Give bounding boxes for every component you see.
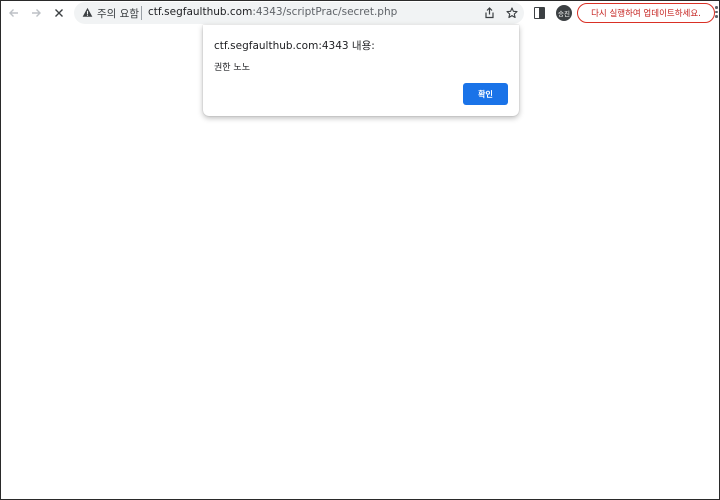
url-path: :4343/scriptPrac/secret.php — [252, 6, 398, 18]
back-button[interactable] — [4, 3, 24, 23]
more-menu-icon[interactable] — [715, 6, 718, 18]
ok-button[interactable]: 확인 — [463, 83, 508, 105]
address-bar[interactable]: 주의 요함 ctf.segfaulthub.com:4343/scriptPra… — [74, 2, 524, 24]
url-host: ctf.segfaulthub.com — [148, 6, 253, 18]
share-button[interactable] — [481, 5, 497, 21]
forward-button[interactable] — [26, 3, 46, 23]
share-icon — [484, 7, 494, 19]
arrow-left-icon — [9, 9, 18, 17]
url-text[interactable]: ctf.segfaulthub.com:4343/scriptPrac/secr… — [148, 6, 397, 18]
browser-window: 주의 요함 ctf.segfaulthub.com:4343/scriptPra… — [0, 0, 720, 500]
browser-toolbar: 주의 요함 ctf.segfaulthub.com:4343/scriptPra… — [1, 1, 719, 25]
alert-dialog: ctf.segfaulthub.com:4343 내용: 권한 노노 확인 — [203, 25, 519, 116]
security-warning-label[interactable]: 주의 요함 — [97, 6, 139, 21]
side-panel-icon[interactable] — [534, 7, 545, 19]
stop-loading-button[interactable] — [49, 3, 69, 23]
dialog-title: ctf.segfaulthub.com:4343 내용: — [214, 40, 375, 52]
profile-avatar[interactable]: 승진 — [556, 5, 572, 21]
bookmark-button[interactable] — [504, 5, 520, 21]
star-icon — [506, 7, 518, 19]
arrow-right-icon — [32, 9, 41, 17]
close-icon — [55, 9, 63, 17]
warning-icon — [82, 7, 93, 17]
dialog-message: 권한 노노 — [214, 63, 250, 73]
omnibox-divider — [141, 6, 142, 20]
relaunch-update-button[interactable]: 다시 실행하여 업데이트하세요. — [577, 3, 715, 23]
